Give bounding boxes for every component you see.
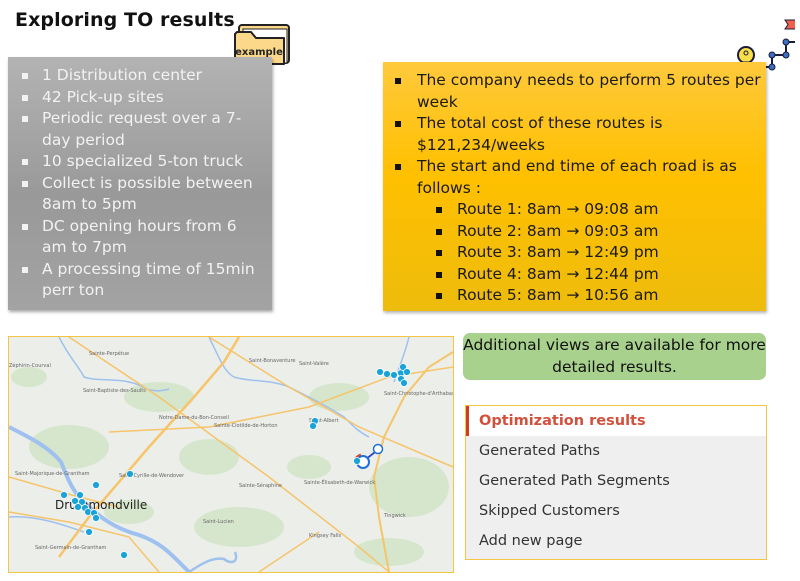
map-label: Zéphirin-Courval (9, 362, 51, 369)
pickup-marker[interactable] (403, 368, 411, 376)
menu-item-skipped-customers[interactable]: Skipped Customers (466, 496, 766, 526)
pickup-marker[interactable] (92, 481, 100, 489)
map-label: Saint-Lucien (203, 519, 234, 525)
pickup-marker[interactable] (390, 371, 398, 379)
map-label: Sainte-Perpétue (89, 350, 129, 357)
route-item: Route 2: 8am → 09:03 am (383, 221, 766, 243)
route-item: Route 1: 8am → 09:08 am (383, 199, 766, 221)
pickup-marker[interactable] (76, 491, 84, 499)
pickup-marker[interactable] (92, 514, 100, 522)
problem-item: DC opening hours from 6 am to 7pm (8, 216, 272, 259)
results-summary-box: The company needs to perform 5 routes pe… (383, 62, 766, 311)
route-item: Route 3: 8am → 12:49 pm (383, 242, 766, 264)
map-label-drummondville: Drummondville (55, 498, 147, 512)
problem-item: 1 Distribution center (8, 65, 272, 87)
pickup-marker[interactable] (74, 503, 82, 511)
menu-item-generated-path-segments[interactable]: Generated Path Segments (466, 466, 766, 496)
map-label: Saint-Christophe-d'Arthabaska (384, 391, 453, 397)
results-nav-menu: Optimization results Generated Paths Gen… (465, 405, 767, 560)
map-label: Sainte-Séraphine (239, 482, 282, 489)
pickup-marker[interactable] (120, 551, 128, 559)
pickup-marker[interactable] (353, 457, 361, 465)
problem-item: Collect is possible between 8am to 5pm (8, 173, 272, 216)
map-label: Saint-Germain-de-Grantham (35, 545, 107, 551)
menu-item-optimization-results[interactable]: Optimization results (466, 406, 766, 436)
results-item: The company needs to perform 5 routes pe… (383, 70, 766, 113)
pickup-marker[interactable] (383, 370, 391, 378)
additional-views-callout: Additional views are available for more … (463, 333, 766, 380)
map-label: Sainte-Élisabeth-de-Warwick (304, 478, 375, 486)
map-label: Sainte-Clotilde-de-Horton (214, 423, 278, 429)
results-item: The total cost of these routes is $121,2… (383, 113, 766, 156)
pickup-marker[interactable] (309, 422, 317, 430)
map-label: Saint-Bonaventure (249, 358, 295, 364)
menu-item-generated-paths[interactable]: Generated Paths (466, 436, 766, 466)
route-item: Route 4: 8am → 12:44 pm (383, 264, 766, 286)
map-label: Notre-Dame-du-Bon-Conseil (159, 415, 229, 421)
map-label: Saint-Valère (299, 360, 329, 367)
results-item: The start and end time of each road is a… (383, 156, 766, 199)
pickup-marker[interactable] (60, 491, 68, 499)
problem-description-box: 1 Distribution center 42 Pick-up sites P… (8, 57, 272, 310)
map-canvas[interactable]: Sainte-Perpétue Zéphirin-Courval Saint-B… (9, 337, 453, 572)
page-title: Exploring TO results (15, 9, 235, 31)
problem-item: A processing time of 15min perr ton (8, 259, 272, 302)
map-label: Kingsey Falls (309, 533, 341, 539)
route-stop-marker[interactable] (372, 443, 384, 455)
pickup-marker[interactable] (376, 368, 384, 376)
map-label: Tingwick (383, 513, 406, 519)
menu-item-add-new-page[interactable]: Add new page (466, 526, 766, 556)
problem-item: 10 specialized 5-ton truck (8, 151, 272, 173)
pickup-marker[interactable] (85, 528, 93, 536)
map-label: Saint-Baptiste-des-Saults (83, 388, 146, 394)
pickup-marker[interactable] (400, 379, 408, 387)
map-label: Saint-Majorique-de-Grantham (15, 471, 90, 477)
problem-item: Periodic request over a 7-day period (8, 108, 272, 151)
pickup-marker[interactable] (126, 470, 134, 478)
problem-item: 42 Pick-up sites (8, 87, 272, 109)
route-map[interactable]: Sainte-Perpétue Zéphirin-Courval Saint-B… (8, 336, 454, 573)
route-item: Route 5: 8am → 10:56 am (383, 285, 766, 307)
